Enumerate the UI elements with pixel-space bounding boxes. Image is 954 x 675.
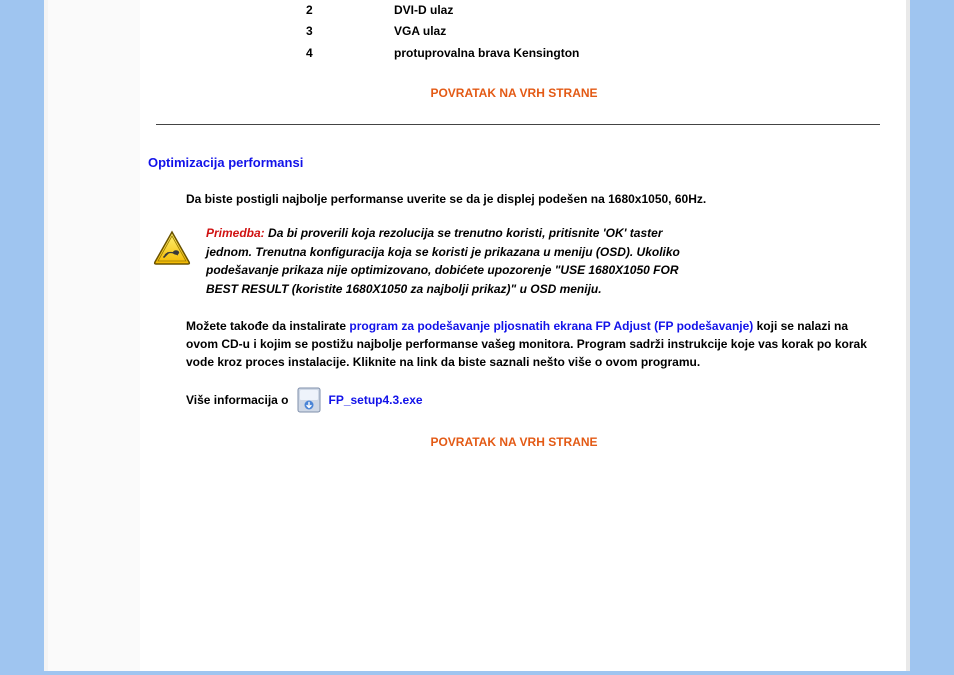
back-to-top-link-2[interactable]: POVRATAK NA VRH STRANE — [430, 435, 597, 449]
more-info-label: Više informacija o — [186, 393, 289, 407]
install-paragraph: Možete takođe da instalirate program za … — [186, 317, 878, 371]
table-row: 3VGA ulaz — [300, 21, 579, 42]
note-text: Primedba: Da bi proverili koja rezolucij… — [206, 224, 696, 298]
main-content: 2DVI-D ulaz3VGA ulaz4protuprovalna brava… — [140, 0, 906, 671]
page-frame: 2DVI-D ulaz3VGA ulaz4protuprovalna brava… — [0, 0, 954, 675]
port-label: DVI-D ulaz — [394, 0, 579, 21]
table-row: 2DVI-D ulaz — [300, 0, 579, 21]
ports-table: 2DVI-D ulaz3VGA ulaz4protuprovalna brava… — [300, 0, 579, 64]
port-label: VGA ulaz — [394, 21, 579, 42]
back-to-top-row-2: POVRATAK NA VRH STRANE — [140, 435, 888, 449]
port-number: 4 — [300, 43, 394, 64]
file-link[interactable]: FP_setup4.3.exe — [329, 393, 423, 407]
port-number: 2 — [300, 0, 394, 21]
back-to-top-link[interactable]: POVRATAK NA VRH STRANE — [430, 86, 597, 100]
warning-icon — [152, 230, 192, 266]
fp-adjust-link[interactable]: program za podešavanje pljosnatih ekrana… — [349, 319, 753, 333]
intro-paragraph: Da biste postigli najbolje performanse u… — [186, 190, 878, 208]
install-text-pre: Možete takođe da instalirate — [186, 319, 349, 333]
section-title: Optimizacija performansi — [148, 155, 888, 170]
note-row: Primedba: Da bi proverili koja rezolucij… — [152, 224, 888, 298]
sidebar — [48, 0, 141, 671]
port-number: 3 — [300, 21, 394, 42]
table-row: 4protuprovalna brava Kensington — [300, 43, 579, 64]
file-icon — [297, 387, 321, 413]
note-body: Da bi proverili koja rezolucija se trenu… — [206, 226, 680, 296]
more-info-row: Više informacija o FP_setup4.3.exe — [186, 387, 888, 413]
note-label: Primedba: — [206, 226, 265, 240]
port-label: protuprovalna brava Kensington — [394, 43, 579, 64]
back-to-top-row: POVRATAK NA VRH STRANE — [140, 86, 888, 100]
section-divider — [156, 124, 880, 125]
